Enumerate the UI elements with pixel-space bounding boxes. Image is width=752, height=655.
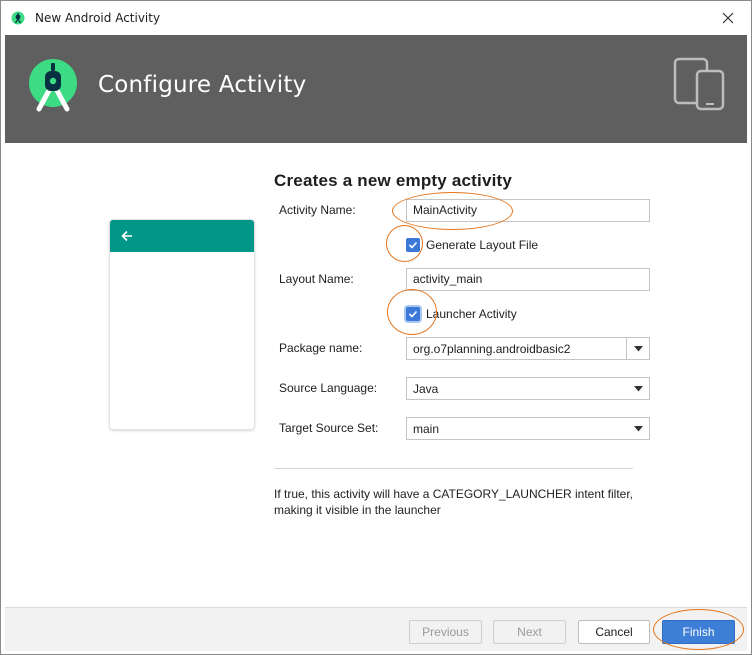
generate-layout-label: Generate Layout File [426, 238, 539, 252]
page-title: Configure Activity [98, 72, 307, 98]
activity-name-field[interactable]: MainActivity [406, 199, 650, 222]
source-language-value: Java [413, 382, 439, 396]
layout-name-label: Layout Name: [279, 272, 354, 286]
chevron-down-icon [634, 386, 643, 392]
window-title: New Android Activity [35, 11, 161, 25]
chevron-down-icon[interactable] [634, 346, 643, 352]
checkmark-icon [408, 241, 418, 249]
close-icon [722, 12, 734, 24]
package-name-value: org.o7planning.androidbasic2 [413, 342, 571, 356]
preview-toolbar [110, 220, 254, 252]
arrow-back-icon [121, 230, 132, 242]
title-bar: New Android Activity [1, 1, 751, 35]
previous-button[interactable]: Previous [409, 620, 482, 644]
checkbox[interactable] [406, 307, 420, 321]
header-banner: Configure Activity [5, 35, 747, 143]
cancel-button[interactable]: Cancel [578, 620, 650, 644]
target-source-set-label: Target Source Set: [279, 421, 379, 435]
launcher-activity-label: Launcher Activity [426, 307, 517, 321]
android-studio-logo [29, 59, 77, 112]
chevron-down-icon [634, 426, 643, 432]
combo-separator [626, 338, 627, 359]
tablet-phone-icon [673, 57, 725, 111]
source-language-label: Source Language: [279, 381, 378, 395]
layout-name-field[interactable]: activity_main [406, 268, 650, 291]
close-button[interactable] [705, 1, 751, 35]
target-source-set-value: main [413, 422, 440, 436]
source-language-select[interactable]: Java [406, 377, 650, 400]
activity-name-label: Activity Name: [279, 203, 356, 217]
package-name-combo[interactable]: org.o7planning.androidbasic2 [406, 337, 650, 360]
divider [274, 468, 633, 469]
checkbox[interactable] [406, 238, 420, 252]
android-studio-icon [11, 11, 25, 25]
checkmark-icon [408, 310, 418, 318]
target-source-set-select[interactable]: main [406, 417, 650, 440]
finish-button[interactable]: Finish [662, 620, 735, 644]
activity-preview [110, 220, 254, 429]
next-button[interactable]: Next [493, 620, 566, 644]
form-heading: Creates a new empty activity [274, 171, 513, 190]
dialog-footer: Previous Next Cancel Finish [5, 607, 747, 651]
new-android-activity-dialog: New Android Activity Configure Activity [0, 0, 752, 655]
help-text: If true, this activity will have a CATEG… [274, 487, 634, 517]
package-name-label: Package name: [279, 341, 363, 355]
